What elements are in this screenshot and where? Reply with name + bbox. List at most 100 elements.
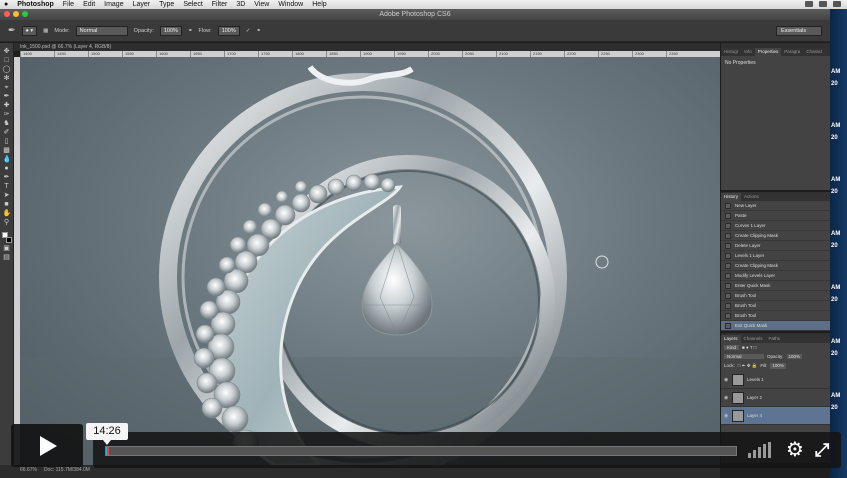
history-item[interactable]: Delete Layer xyxy=(721,241,831,251)
flow-field[interactable]: 100% xyxy=(217,25,240,36)
eyedropper-tool-icon[interactable]: ✒ xyxy=(3,93,11,101)
tab-actions[interactable]: Actions xyxy=(741,193,762,201)
status-icon[interactable] xyxy=(819,1,827,7)
menu-help[interactable]: Help xyxy=(312,1,326,8)
tab-histogram[interactable]: Histogr xyxy=(721,48,741,56)
tab-history[interactable]: History xyxy=(721,193,742,201)
opacity-field[interactable]: 100% xyxy=(159,25,182,36)
brush-tool-icon[interactable]: ✑ xyxy=(3,111,11,119)
tab-info[interactable]: Info xyxy=(741,48,755,56)
gear-icon[interactable]: ⚙ xyxy=(786,439,804,461)
minimize-window-icon[interactable] xyxy=(13,11,19,17)
layer-name[interactable]: Layer 2 xyxy=(747,395,762,400)
layer-name[interactable]: Layer 4 xyxy=(747,413,762,418)
hand-tool-icon[interactable]: ✋ xyxy=(3,210,12,218)
history-brush-tool-icon[interactable]: ✐ xyxy=(3,129,11,137)
eraser-tool-icon[interactable]: ▯ xyxy=(3,138,11,146)
history-item[interactable]: Curves 1 Layer xyxy=(721,221,831,231)
zoom-tool-icon[interactable]: ⚲ xyxy=(3,219,11,227)
doc-size-readout[interactable]: Doc: 115.7M/384.0M xyxy=(44,467,90,473)
tab-properties[interactable]: Properties xyxy=(754,48,782,56)
healing-tool-icon[interactable]: ✚ xyxy=(3,102,11,110)
tab-character[interactable]: Charact xyxy=(803,48,825,56)
quick-select-tool-icon[interactable]: ✻ xyxy=(3,75,11,83)
path-select-tool-icon[interactable]: ➤ xyxy=(3,192,11,200)
move-tool-icon[interactable]: ✥ xyxy=(3,48,11,56)
history-item[interactable]: Exit Quick Mask xyxy=(721,321,831,331)
brush-panel-toggle-icon[interactable]: ▦ xyxy=(43,28,48,34)
tab-paragraph[interactable]: Paragra xyxy=(781,48,803,56)
lock-icons[interactable]: □ ✒ ✥ 🔒 xyxy=(738,363,758,369)
layer-row[interactable]: ◉ Layer 4 xyxy=(721,407,831,425)
background-color-swatch[interactable] xyxy=(5,237,12,243)
history-item[interactable]: Brush Tool xyxy=(721,291,831,301)
document-tab[interactable]: Ink_1500.psd @ 66.7% (Layer 4, RGB/8) xyxy=(14,43,720,51)
status-icon[interactable] xyxy=(805,1,813,7)
fullscreen-icon[interactable]: ⤢ xyxy=(815,439,829,461)
screen-mode-icon[interactable]: ▤ xyxy=(3,254,11,262)
layer-name[interactable]: Levels 1 xyxy=(747,377,764,382)
menu-app-photoshop[interactable]: Photoshop xyxy=(17,1,54,8)
mode-select[interactable]: Normal xyxy=(75,25,128,36)
dodge-tool-icon[interactable]: ● xyxy=(3,165,11,173)
tab-paths[interactable]: Paths xyxy=(766,335,784,343)
shape-tool-icon[interactable]: ■ xyxy=(3,201,11,209)
pressure-size-icon[interactable]: ⚭ xyxy=(256,28,261,34)
document-canvas[interactable] xyxy=(20,57,720,465)
play-button[interactable] xyxy=(11,424,83,467)
color-swatches[interactable] xyxy=(1,232,12,244)
layer-row[interactable]: ◉ Layer 2 xyxy=(721,389,831,407)
progress-track[interactable] xyxy=(105,446,737,456)
airbrush-icon[interactable]: ✓ xyxy=(246,28,251,34)
type-tool-icon[interactable]: T xyxy=(3,183,11,191)
visibility-eye-icon[interactable]: ◉ xyxy=(724,395,729,401)
history-item[interactable]: New Layer xyxy=(721,201,831,211)
filter-icons[interactable]: ■ ● T □ xyxy=(742,345,757,350)
tab-layers[interactable]: Layers xyxy=(721,335,741,343)
menu-edit[interactable]: Edit xyxy=(83,1,95,8)
blur-tool-icon[interactable]: 💧 xyxy=(3,156,12,164)
brush-preset-picker[interactable]: ● ▾ xyxy=(21,25,38,36)
zoom-window-icon[interactable] xyxy=(22,11,28,17)
history-item[interactable]: Create Clipping Mask xyxy=(721,231,831,241)
status-icon[interactable] xyxy=(833,1,841,7)
clone-stamp-tool-icon[interactable]: ♞ xyxy=(3,120,11,128)
menu-file[interactable]: File xyxy=(63,1,74,8)
workspace-select[interactable]: Essentials xyxy=(776,26,822,36)
menu-image[interactable]: Image xyxy=(104,1,123,8)
marquee-tool-icon[interactable]: □ xyxy=(3,57,11,65)
menu-layer[interactable]: Layer xyxy=(133,1,151,8)
close-window-icon[interactable] xyxy=(4,11,10,17)
menu-select[interactable]: Select xyxy=(183,1,202,8)
layer-opacity-field[interactable]: 100% xyxy=(786,354,803,359)
visibility-eye-icon[interactable]: ◉ xyxy=(724,377,729,383)
brush-tool-icon[interactable]: ✒ xyxy=(8,25,16,36)
tab-channels[interactable]: Channels xyxy=(741,335,766,343)
crop-tool-icon[interactable]: ⌖ xyxy=(3,84,11,92)
history-item[interactable]: Create Clipping Mask xyxy=(721,261,831,271)
lasso-tool-icon[interactable]: ◯ xyxy=(3,66,11,74)
menu-type[interactable]: Type xyxy=(159,1,174,8)
history-item[interactable]: Brush Tool xyxy=(721,301,831,311)
apple-icon[interactable]: ● xyxy=(4,1,8,8)
menu-3d[interactable]: 3D xyxy=(236,1,245,8)
pen-tool-icon[interactable]: ✒ xyxy=(3,174,11,182)
visibility-eye-icon[interactable]: ◉ xyxy=(724,413,729,419)
volume-bars-icon[interactable] xyxy=(748,442,772,458)
history-item[interactable]: Levels 1 Layer xyxy=(721,251,831,261)
history-item[interactable]: Enter Quick Mask xyxy=(721,281,831,291)
menu-window[interactable]: Window xyxy=(278,1,303,8)
layer-row[interactable]: ◉ Levels 1 xyxy=(721,371,831,389)
history-item[interactable]: Modify Levels Layer xyxy=(721,271,831,281)
quick-mask-icon[interactable]: ▣ xyxy=(3,245,11,253)
pressure-opacity-icon[interactable]: ⚭ xyxy=(188,28,193,34)
layer-kind-filter[interactable]: Kind xyxy=(724,345,740,350)
history-item[interactable]: Paste xyxy=(721,211,831,221)
scrub-handle[interactable] xyxy=(107,447,109,455)
zoom-readout[interactable]: 66.67% xyxy=(20,467,37,473)
gradient-tool-icon[interactable]: ▩ xyxy=(3,147,11,155)
menu-view[interactable]: View xyxy=(254,1,269,8)
fill-field[interactable]: 100% xyxy=(770,363,786,369)
history-item[interactable]: Brush Tool xyxy=(721,311,831,321)
blend-mode-select[interactable]: Normal xyxy=(724,354,764,359)
